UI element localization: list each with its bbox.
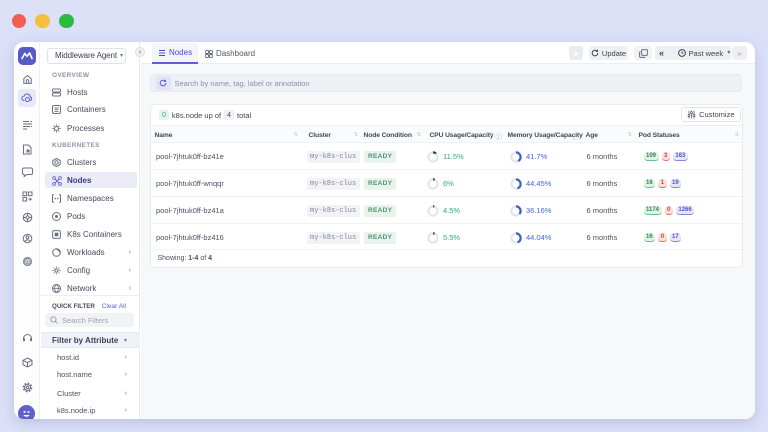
svg-text:@: @ — [24, 258, 31, 265]
